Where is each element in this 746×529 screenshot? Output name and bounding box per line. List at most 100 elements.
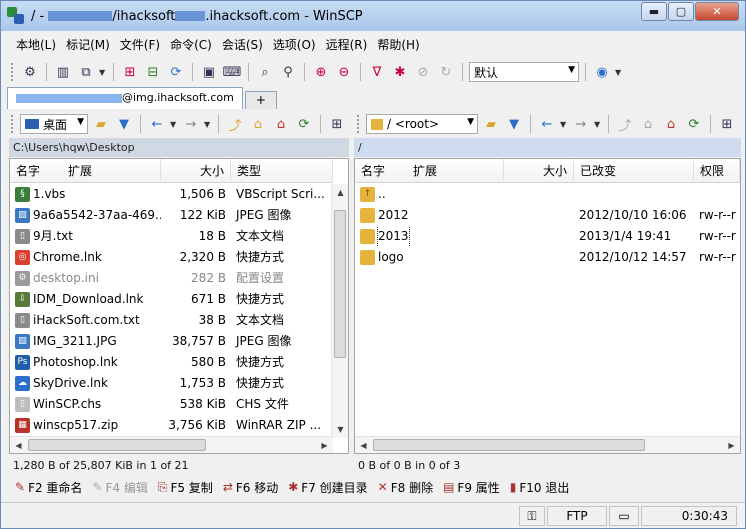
- back-arrow-icon[interactable]: ←: [537, 114, 557, 134]
- table-row[interactable]: ↑..: [355, 184, 740, 205]
- local-drive-combo[interactable]: 桌面 ▼: [20, 114, 88, 134]
- home-directory-icon[interactable]: ⌂: [271, 114, 291, 134]
- tab-session[interactable]: @img.ihacksoft.com: [7, 87, 243, 109]
- column-name[interactable]: 名字 扩展: [355, 159, 504, 183]
- menu-options[interactable]: 选项(O): [268, 34, 321, 56]
- fkey-exit-button[interactable]: ▮ F10 退出: [510, 479, 570, 496]
- local-vertical-scrollbar[interactable]: ▲ ▼: [331, 184, 348, 438]
- root-directory-icon[interactable]: ⌂: [248, 114, 268, 134]
- remote-hscroll-thumb[interactable]: [373, 439, 645, 451]
- toolbar-grip[interactable]: [11, 63, 14, 81]
- table-row[interactable]: ▯ 9月.txt 18 B 文本文档: [10, 226, 348, 247]
- table-row[interactable]: ◎ Chrome.lnk 2,320 B 快捷方式: [10, 247, 348, 268]
- filter-folder-icon[interactable]: ▼: [114, 114, 134, 134]
- tree-view-icon[interactable]: ⊞: [327, 114, 347, 134]
- column-rights[interactable]: 权限: [694, 159, 740, 183]
- local-horizontal-scrollbar[interactable]: ◀ ▶: [10, 436, 333, 453]
- menu-local[interactable]: 本地(L): [11, 34, 61, 56]
- fkey-rename-button[interactable]: ✎ F2 重命名: [15, 479, 82, 496]
- table-row[interactable]: Ps Photoshop.lnk 580 B 快捷方式: [10, 352, 348, 373]
- local-hscroll-thumb[interactable]: [28, 439, 206, 451]
- scroll-down-icon[interactable]: ▼: [332, 421, 348, 438]
- forward-arrow-icon[interactable]: →: [181, 114, 201, 134]
- fkey-new-folder-button[interactable]: ✱ F7 创建目录: [288, 479, 367, 496]
- forward-arrow-icon[interactable]: →: [571, 114, 591, 134]
- menu-commands[interactable]: 命令(C): [165, 34, 217, 56]
- table-row[interactable]: ▯ WinSCP.chs 538 KiB CHS 文件: [10, 394, 348, 415]
- column-modified[interactable]: 已改变: [574, 159, 694, 183]
- close-button[interactable]: ✕: [695, 2, 739, 21]
- fkey-delete-button[interactable]: ✕ F8 删除: [378, 479, 433, 496]
- home-directory-icon[interactable]: ⌂: [661, 114, 681, 134]
- scroll-right-icon[interactable]: ▶: [723, 437, 740, 453]
- table-row[interactable]: § 1.vbs 1,506 B VBScript Scri...: [10, 184, 348, 205]
- menu-help[interactable]: 帮助(H): [372, 34, 424, 56]
- table-row[interactable]: ▯ iHackSoft.com.txt 38 B 文本文档: [10, 310, 348, 331]
- minimize-button[interactable]: ▬: [641, 2, 667, 21]
- menu-mark[interactable]: 标记(M): [61, 34, 115, 56]
- refresh-icon[interactable]: ⟳: [294, 114, 314, 134]
- table-row[interactable]: ⇩ IDM_Download.lnk 671 B 快捷方式: [10, 289, 348, 310]
- parent-directory-icon[interactable]: ⤴: [225, 114, 245, 134]
- toggle-hidden-icon[interactable]: ✱: [390, 62, 410, 82]
- globe-site-icon[interactable]: ◉: [592, 62, 612, 82]
- table-row[interactable]: ▨ 9a6a5542-37aa-469... 122 KiB JPEG 图像: [10, 205, 348, 226]
- transfer-queue-icon[interactable]: ⧉: [76, 62, 96, 82]
- scroll-right-icon[interactable]: ▶: [316, 437, 333, 453]
- menu-files[interactable]: 文件(F): [115, 34, 165, 56]
- new-session-tab[interactable]: +: [244, 91, 277, 109]
- column-size[interactable]: 大小: [161, 159, 231, 183]
- local-vscroll-thumb[interactable]: [334, 210, 346, 358]
- table-row[interactable]: ⚙ desktop.ini 282 B 配置设置: [10, 268, 348, 289]
- preferences-gear-icon[interactable]: ⚙: [20, 62, 40, 82]
- column-type[interactable]: 类型: [231, 159, 333, 183]
- open-folder-icon[interactable]: ▰: [481, 114, 501, 134]
- back-arrow-icon[interactable]: ←: [147, 114, 167, 134]
- refresh-sync-icon[interactable]: ⟳: [166, 62, 186, 82]
- remote-directory-combo[interactable]: / <root> ▼: [366, 114, 478, 134]
- root-directory-disabled-icon[interactable]: ⌂: [638, 114, 658, 134]
- compare-directories-icon[interactable]: ⊟: [143, 62, 163, 82]
- unselect-files-icon[interactable]: ⊖: [334, 62, 354, 82]
- title-bar[interactable]: / - /ihacksoft .ihacksoft.com - WinSCP ▬ …: [1, 1, 745, 31]
- parent-directory-disabled-icon[interactable]: ⤴: [615, 114, 635, 134]
- menu-session[interactable]: 会话(S): [217, 34, 268, 56]
- table-row[interactable]: ☁ SkyDrive.lnk 1,753 B 快捷方式: [10, 373, 348, 394]
- scroll-left-icon[interactable]: ◀: [10, 437, 27, 453]
- synchronize-icon[interactable]: ⊞: [120, 62, 140, 82]
- cancel-disabled-icon[interactable]: ⊘: [413, 62, 433, 82]
- table-row[interactable]: ▦ winscp517.zip 3,756 KiB WinRAR ZIP ...: [10, 415, 348, 436]
- tree-view-icon[interactable]: ⊞: [717, 114, 737, 134]
- menu-remote[interactable]: 远程(R): [321, 34, 373, 56]
- transfer-settings-combo[interactable]: 默认 ▼: [469, 62, 579, 82]
- column-name[interactable]: 名字 扩展: [10, 159, 161, 183]
- console-icon[interactable]: ▣: [199, 62, 219, 82]
- putty-icon[interactable]: ⌨: [222, 62, 242, 82]
- find-files-icon[interactable]: ⌕: [255, 62, 275, 82]
- table-row[interactable]: 2013 2013/1/4 19:41 rw-r--r: [355, 226, 740, 247]
- filter-icon[interactable]: ∇: [367, 62, 387, 82]
- fkey-properties-button[interactable]: ▤ F9 属性: [443, 479, 500, 496]
- column-size[interactable]: 大小: [504, 159, 574, 183]
- fkey-edit-button[interactable]: ✎ F4 编辑: [92, 479, 147, 496]
- scroll-left-icon[interactable]: ◀: [355, 437, 372, 453]
- refresh-icon[interactable]: ⟳: [684, 114, 704, 134]
- table-row[interactable]: 2012 2012/10/10 16:06 rw-r--r: [355, 205, 740, 226]
- open-folder-icon[interactable]: ▰: [91, 114, 111, 134]
- table-row[interactable]: logo 2012/10/12 14:57 rw-r--r: [355, 247, 740, 268]
- queue-dropdown-icon[interactable]: ▼: [99, 68, 107, 77]
- site-dropdown-icon[interactable]: ▼: [615, 68, 623, 77]
- maximize-button[interactable]: ▢: [668, 2, 694, 21]
- select-files-icon[interactable]: ⊕: [311, 62, 331, 82]
- fkey-copy-button[interactable]: ⎘ F5 复制: [158, 479, 213, 496]
- reconnect-disabled-icon[interactable]: ↻: [436, 62, 456, 82]
- filter-folder-icon[interactable]: ▼: [504, 114, 524, 134]
- fkey-move-button[interactable]: ⇄ F6 移动: [223, 479, 278, 496]
- binoculars-icon[interactable]: ⚲: [278, 62, 298, 82]
- remote-file-panel[interactable]: 名字 扩展 大小 已改变 权限 ↑.. 2012 2012/10/10 16:06 rw…: [354, 158, 741, 454]
- table-row[interactable]: ▨ IMG_3211.JPG 38,757 B JPEG 图像: [10, 331, 348, 352]
- queue-list-icon[interactable]: ▥: [53, 62, 73, 82]
- scroll-up-icon[interactable]: ▲: [332, 184, 348, 201]
- local-file-panel[interactable]: 名字 扩展 大小 类型 § 1.vbs 1,506 B VBScript Scri...…: [9, 158, 349, 454]
- remote-horizontal-scrollbar[interactable]: ◀ ▶: [355, 436, 740, 453]
